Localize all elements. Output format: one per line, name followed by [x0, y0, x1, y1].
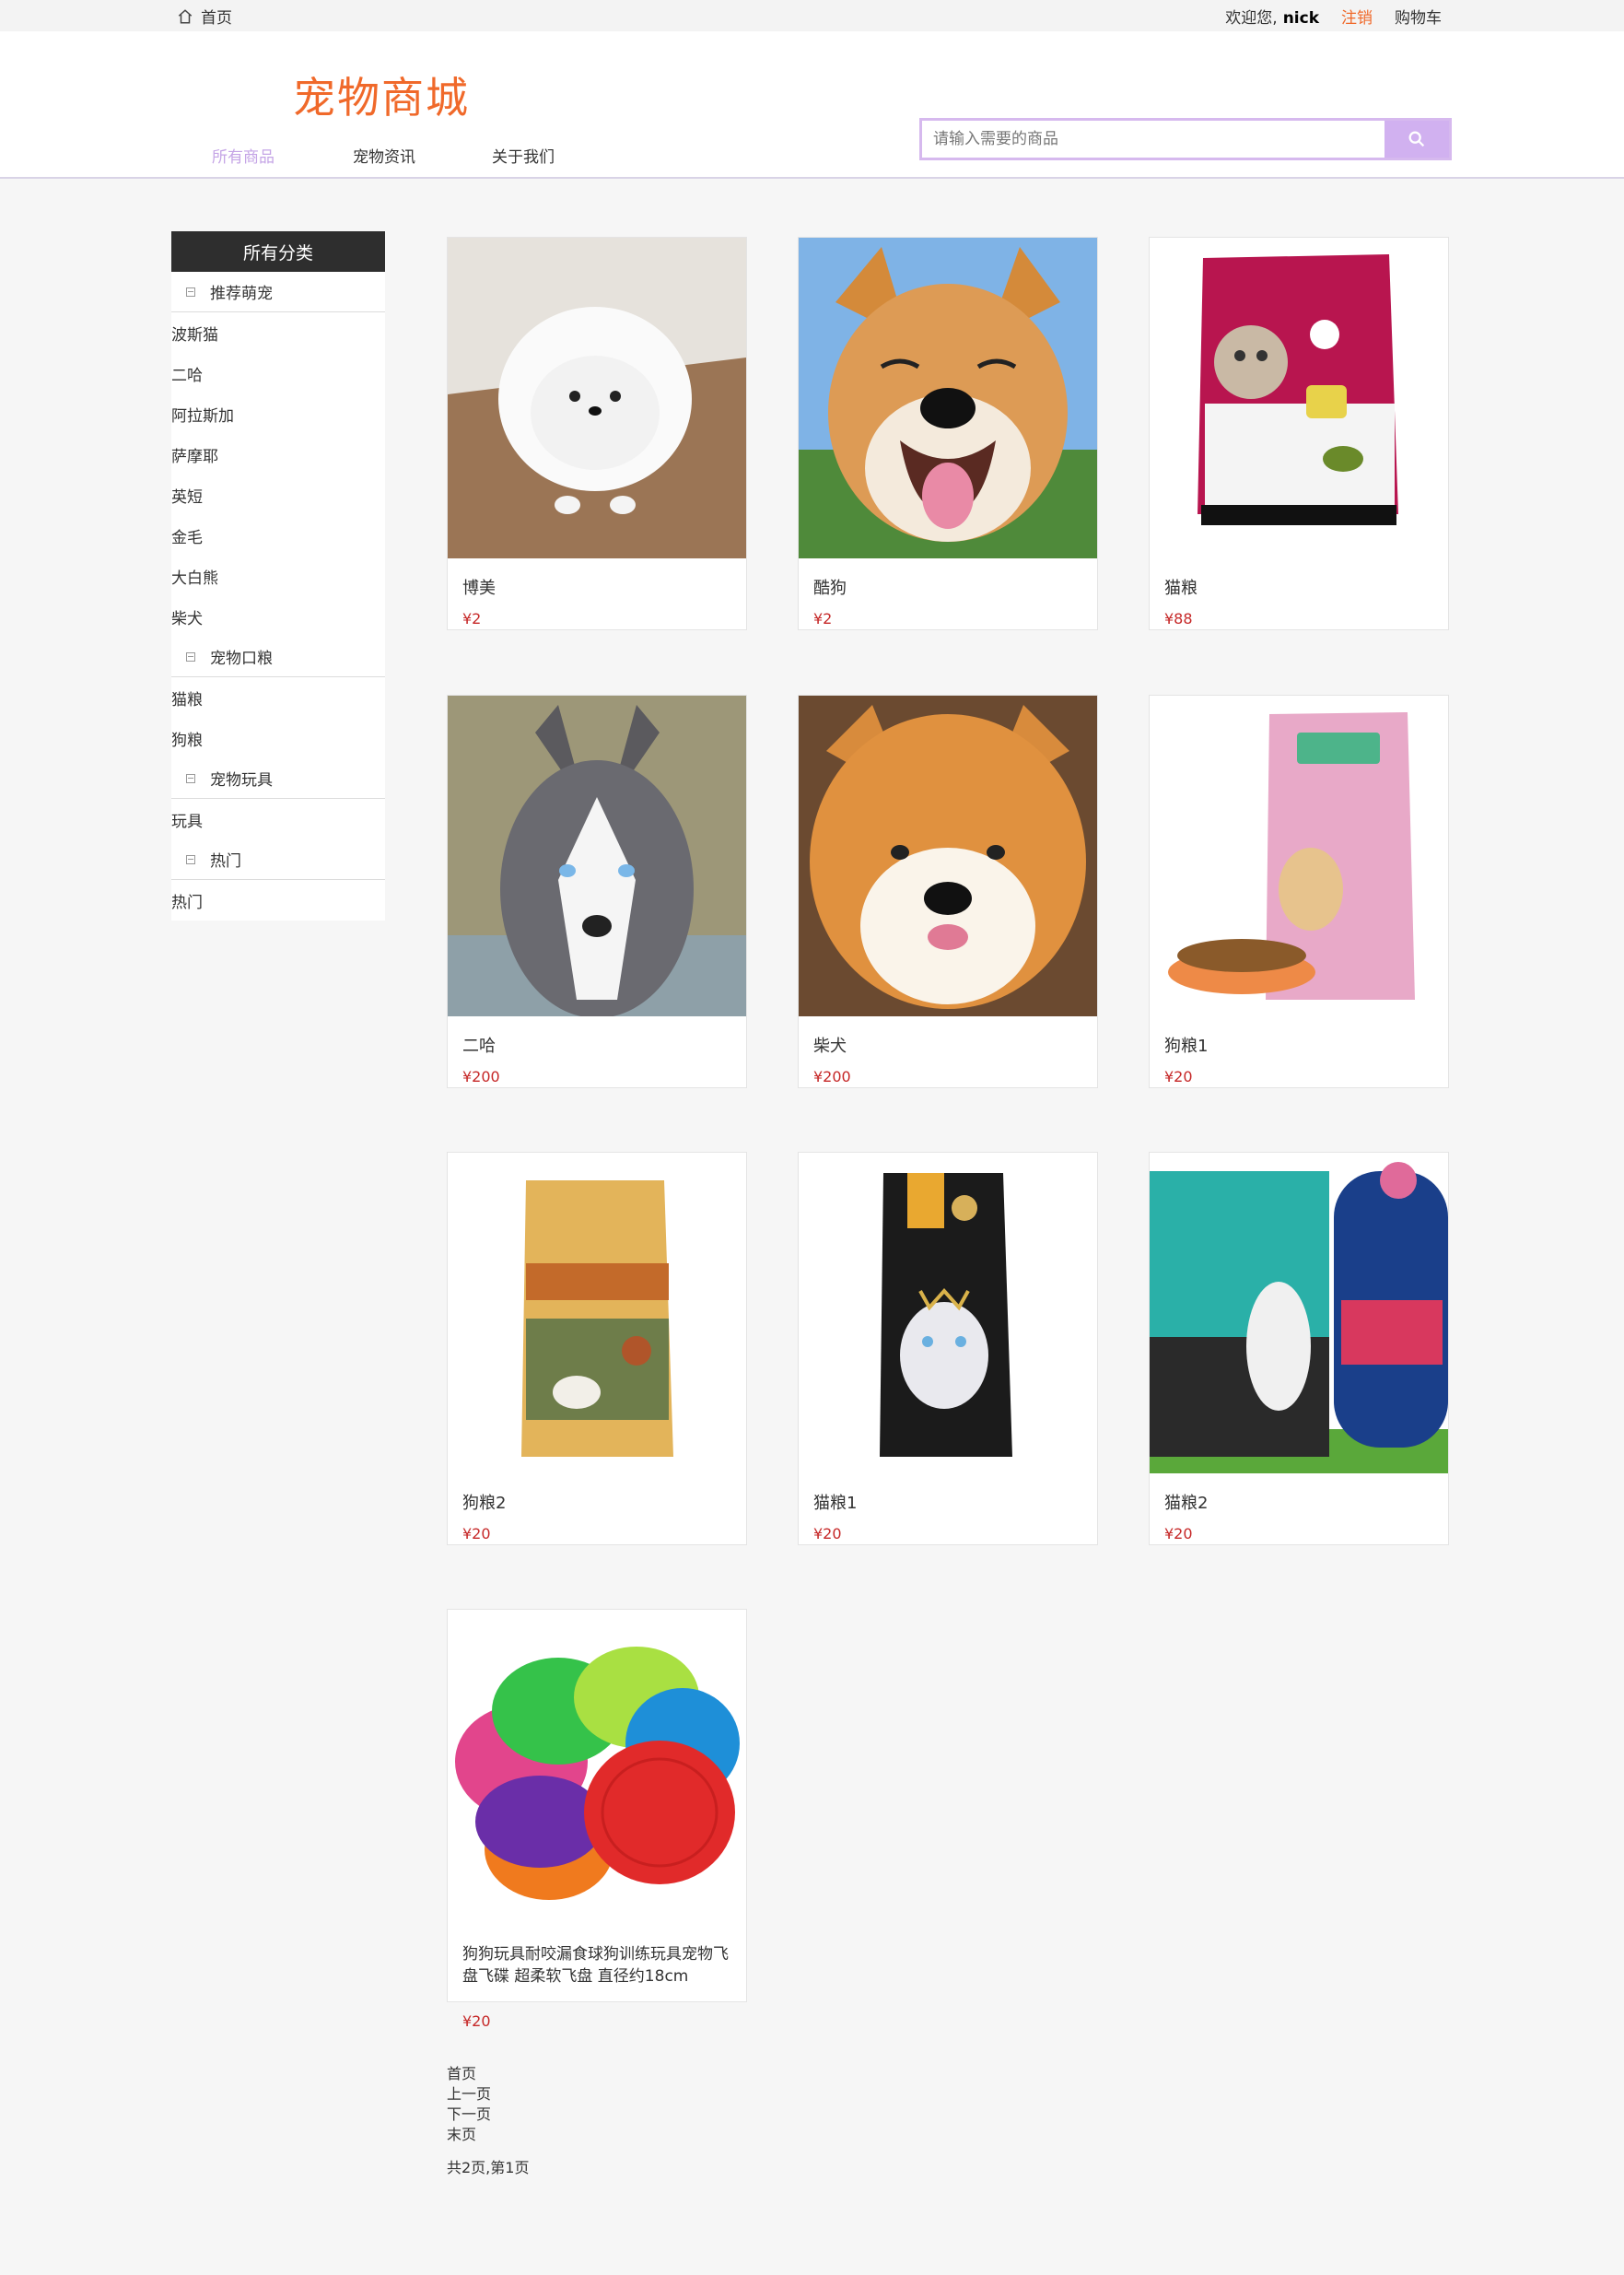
- product-name[interactable]: 柴犬: [813, 1033, 847, 1057]
- category-item[interactable]: 二哈: [171, 353, 385, 393]
- collapse-icon: [186, 651, 195, 662]
- category-item[interactable]: 猫粮: [171, 677, 385, 718]
- category-sidebar: 所有分类 推荐萌宠 波斯猫 二哈 阿拉斯加 萨摩耶 英短 金毛 大白熊 柴犬 宠…: [171, 231, 385, 921]
- product-card[interactable]: 狗狗玩具耐咬漏食球狗训练玩具宠物飞盘飞碟 超柔软飞盘 直径约18cm ¥20: [447, 1609, 747, 2030]
- page-info: 共2页,第1页: [447, 2159, 530, 2176]
- product-card[interactable]: 猫粮1 ¥20: [798, 1152, 1098, 1545]
- product-image-frisbees[interactable]: [448, 1610, 746, 1930]
- category-group-label: 宠物玩具: [210, 771, 273, 790]
- product-card[interactable]: 酷狗 ¥2: [798, 237, 1098, 630]
- home-icon: [178, 8, 193, 23]
- collapse-icon: [186, 773, 195, 783]
- product-price: ¥88: [1164, 610, 1193, 627]
- product-price: ¥20: [462, 2012, 491, 2030]
- product-card[interactable]: 猫粮2 ¥20: [1149, 1152, 1449, 1545]
- category-group-toys[interactable]: 宠物玩具: [171, 758, 385, 799]
- product-name[interactable]: 猫粮: [1164, 575, 1198, 599]
- welcome-text: 欢迎您, nick: [1225, 5, 1319, 28]
- search-input[interactable]: [922, 121, 1384, 158]
- nav-pet-news[interactable]: 宠物资讯: [353, 144, 492, 167]
- product-price: ¥200: [462, 1068, 500, 1085]
- product-card[interactable]: 狗粮2 ¥20: [447, 1152, 747, 1545]
- product-name[interactable]: 狗粮2: [462, 1490, 506, 1514]
- product-image-cat-food-bag[interactable]: [1150, 238, 1448, 558]
- product-price: ¥20: [1164, 1068, 1193, 1085]
- nav-all-products[interactable]: 所有商品: [212, 144, 353, 167]
- product-price: ¥20: [462, 1525, 491, 1542]
- product-image-cat-food-bag-2[interactable]: [1150, 1153, 1448, 1473]
- product-name[interactable]: 猫粮1: [813, 1490, 857, 1514]
- top-bar: 首页 欢迎您, nick 注销 购物车: [0, 0, 1624, 31]
- product-image-shiba[interactable]: [799, 696, 1097, 1016]
- main-nav: 所有商品 宠物资讯 关于我们: [212, 144, 555, 167]
- category-item[interactable]: 萨摩耶: [171, 434, 385, 475]
- first-page-link[interactable]: 首页: [447, 2064, 529, 2084]
- search-icon: [1408, 131, 1425, 147]
- category-group-label: 宠物口粮: [210, 650, 273, 668]
- product-price: ¥20: [1164, 1525, 1193, 1542]
- product-price: ¥20: [813, 1525, 842, 1542]
- sidebar-title: 所有分类: [171, 231, 385, 272]
- logout-link[interactable]: 注销: [1341, 5, 1373, 28]
- nav-about-us[interactable]: 关于我们: [492, 144, 555, 167]
- product-price: ¥2: [813, 610, 833, 627]
- product-name[interactable]: 博美: [462, 575, 496, 599]
- next-page-link[interactable]: 下一页: [447, 2105, 529, 2125]
- product-price: ¥2: [462, 610, 482, 627]
- product-image-pomeranian[interactable]: [448, 238, 746, 558]
- category-item[interactable]: 玩具: [171, 799, 385, 839]
- last-page-link[interactable]: 末页: [447, 2125, 529, 2145]
- category-group-hot[interactable]: 热门: [171, 839, 385, 880]
- username: nick: [1282, 9, 1319, 28]
- category-item[interactable]: 英短: [171, 475, 385, 515]
- product-image-dog-food-bag[interactable]: [1150, 696, 1448, 1016]
- category-item[interactable]: 狗粮: [171, 718, 385, 758]
- home-link-label: 首页: [201, 9, 232, 28]
- welcome-label: 欢迎您,: [1225, 9, 1278, 28]
- collapse-icon: [186, 854, 195, 864]
- product-image-dog-food-bag-2[interactable]: [448, 1153, 746, 1473]
- category-item[interactable]: 波斯猫: [171, 312, 385, 353]
- product-name[interactable]: 狗狗玩具耐咬漏食球狗训练玩具宠物飞盘飞碟 超柔软飞盘 直径约18cm: [462, 1943, 739, 1988]
- header: 宠物商城 所有商品 宠物资讯 关于我们: [0, 31, 1624, 179]
- category-group-food[interactable]: 宠物口粮: [171, 637, 385, 677]
- product-image-smiling-shiba[interactable]: [799, 238, 1097, 558]
- home-link[interactable]: 首页: [177, 5, 232, 28]
- product-card[interactable]: 猫粮 ¥88: [1149, 237, 1449, 630]
- product-name[interactable]: 酷狗: [813, 575, 847, 599]
- category-group-label: 热门: [210, 852, 241, 871]
- product-price: ¥200: [813, 1068, 851, 1085]
- category-item[interactable]: 金毛: [171, 515, 385, 556]
- product-name[interactable]: 狗粮1: [1164, 1033, 1208, 1057]
- category-item[interactable]: 阿拉斯加: [171, 393, 385, 434]
- product-name[interactable]: 猫粮2: [1164, 1490, 1208, 1514]
- pagination: 首页 上一页 下一页 末页 共2页,第1页: [447, 2064, 529, 2178]
- site-logo[interactable]: 宠物商城: [293, 64, 470, 125]
- product-card[interactable]: 狗粮1 ¥20: [1149, 695, 1449, 1088]
- collapse-icon: [186, 287, 195, 297]
- category-item[interactable]: 热门: [171, 880, 385, 921]
- product-name[interactable]: 二哈: [462, 1033, 496, 1057]
- category-item[interactable]: 柴犬: [171, 596, 385, 637]
- product-image-husky[interactable]: [448, 696, 746, 1016]
- cart-link[interactable]: 购物车: [1395, 5, 1442, 28]
- product-card[interactable]: 博美 ¥2: [447, 237, 747, 630]
- category-item[interactable]: 大白熊: [171, 556, 385, 596]
- product-card[interactable]: 柴犬 ¥200: [798, 695, 1098, 1088]
- product-image-cat-food-bag-1[interactable]: [799, 1153, 1097, 1473]
- product-card[interactable]: 二哈 ¥200: [447, 695, 747, 1088]
- category-group-label: 推荐萌宠: [210, 285, 273, 303]
- search-button[interactable]: [1384, 121, 1449, 158]
- search-bar: [919, 118, 1452, 160]
- prev-page-link[interactable]: 上一页: [447, 2084, 529, 2105]
- category-group-recommended[interactable]: 推荐萌宠: [171, 272, 385, 312]
